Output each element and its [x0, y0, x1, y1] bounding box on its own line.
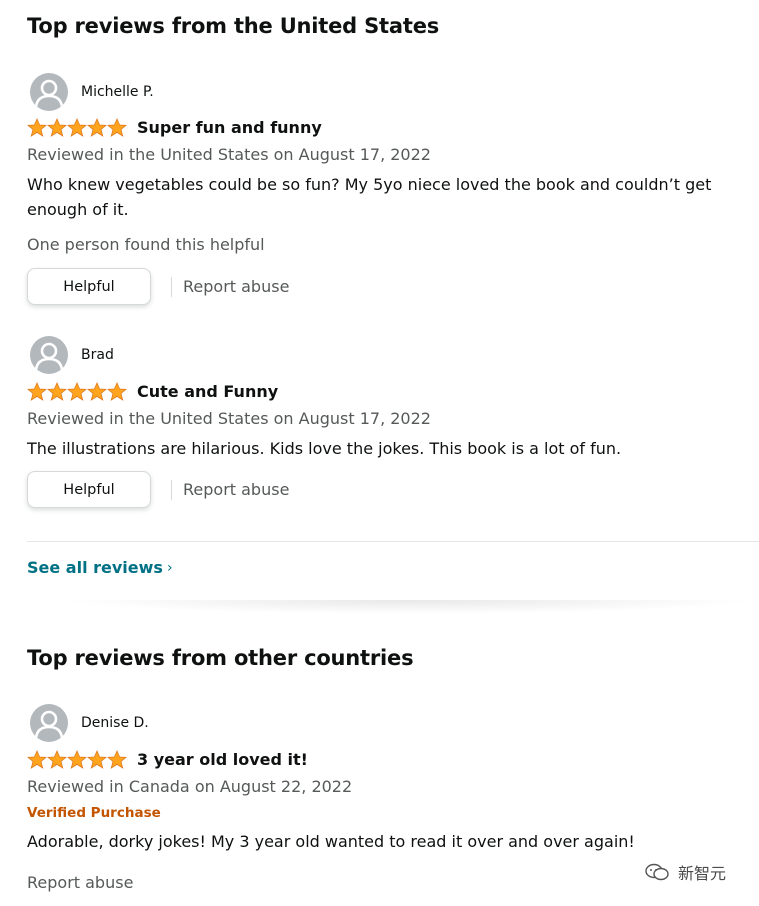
- divider: [27, 541, 759, 542]
- avatar: [30, 336, 68, 374]
- review-card: Brad Cute and Funny Reviewed in the Unit…: [27, 336, 759, 516]
- star-icon: [27, 382, 47, 401]
- star-icon: [67, 750, 87, 769]
- star-icon: [87, 750, 107, 769]
- review-title[interactable]: Super fun and funny: [137, 118, 322, 137]
- divider: [171, 276, 172, 297]
- reviewer-profile[interactable]: Denise D.: [30, 704, 149, 742]
- review-body: Adorable, dorky jokes! My 3 year old wan…: [27, 832, 635, 851]
- see-all-label: See all reviews: [27, 558, 163, 577]
- star-icon: [47, 750, 67, 769]
- reviewer-name: Denise D.: [81, 715, 149, 731]
- helpful-button[interactable]: Helpful: [27, 471, 151, 508]
- star-icon: [27, 118, 47, 137]
- star-icon: [107, 750, 127, 769]
- review-card: Michelle P. Super fun and funny Reviewed…: [27, 73, 759, 313]
- see-all-reviews-link[interactable]: See all reviews ›: [27, 558, 173, 577]
- section-title-other: Top reviews from other countries: [27, 646, 414, 670]
- review-date: Reviewed in the United States on August …: [27, 409, 431, 428]
- reviewer-name: Brad: [81, 347, 114, 363]
- star-icon: [87, 118, 107, 137]
- star-rating[interactable]: [27, 750, 127, 769]
- avatar: [30, 73, 68, 111]
- star-icon: [87, 382, 107, 401]
- review-body: Who knew vegetables could be so fun? My …: [27, 175, 712, 219]
- review-title[interactable]: Cute and Funny: [137, 382, 278, 401]
- star-rating[interactable]: [27, 382, 127, 401]
- star-rating[interactable]: [27, 118, 127, 137]
- review-date: Reviewed in the United States on August …: [27, 145, 431, 164]
- reviewer-name: Michelle P.: [81, 84, 154, 100]
- review-title[interactable]: 3 year old loved it!: [137, 750, 308, 769]
- divider: [171, 479, 172, 500]
- watermark-text: 新智元: [678, 864, 727, 883]
- star-icon: [27, 750, 47, 769]
- avatar: [30, 704, 68, 742]
- verified-purchase-badge[interactable]: Verified Purchase: [27, 805, 161, 821]
- report-abuse-link[interactable]: Report abuse: [183, 480, 289, 499]
- reviewer-profile[interactable]: Michelle P.: [30, 73, 154, 111]
- star-icon: [67, 382, 87, 401]
- chevron-right-icon: ›: [166, 559, 173, 576]
- user-silhouette-icon: [34, 710, 64, 739]
- user-silhouette-icon: [34, 342, 64, 371]
- star-icon: [107, 118, 127, 137]
- watermark: 新智元: [644, 860, 726, 884]
- helpful-count: One person found this helpful: [27, 235, 265, 254]
- star-icon: [47, 382, 67, 401]
- star-icon: [67, 118, 87, 137]
- reviewer-profile[interactable]: Brad: [30, 336, 114, 374]
- section-title-us: Top reviews from the United States: [27, 14, 440, 38]
- report-abuse-link[interactable]: Report abuse: [183, 277, 289, 296]
- star-icon: [107, 382, 127, 401]
- star-icon: [47, 118, 67, 137]
- wechat-icon: [645, 863, 669, 881]
- report-abuse-link[interactable]: Report abuse: [27, 873, 133, 892]
- review-body: The illustrations are hilarious. Kids lo…: [27, 439, 622, 458]
- user-silhouette-icon: [34, 79, 64, 108]
- section-separator: [60, 600, 759, 614]
- helpful-button[interactable]: Helpful: [27, 268, 151, 305]
- review-date: Reviewed in Canada on August 22, 2022: [27, 777, 353, 796]
